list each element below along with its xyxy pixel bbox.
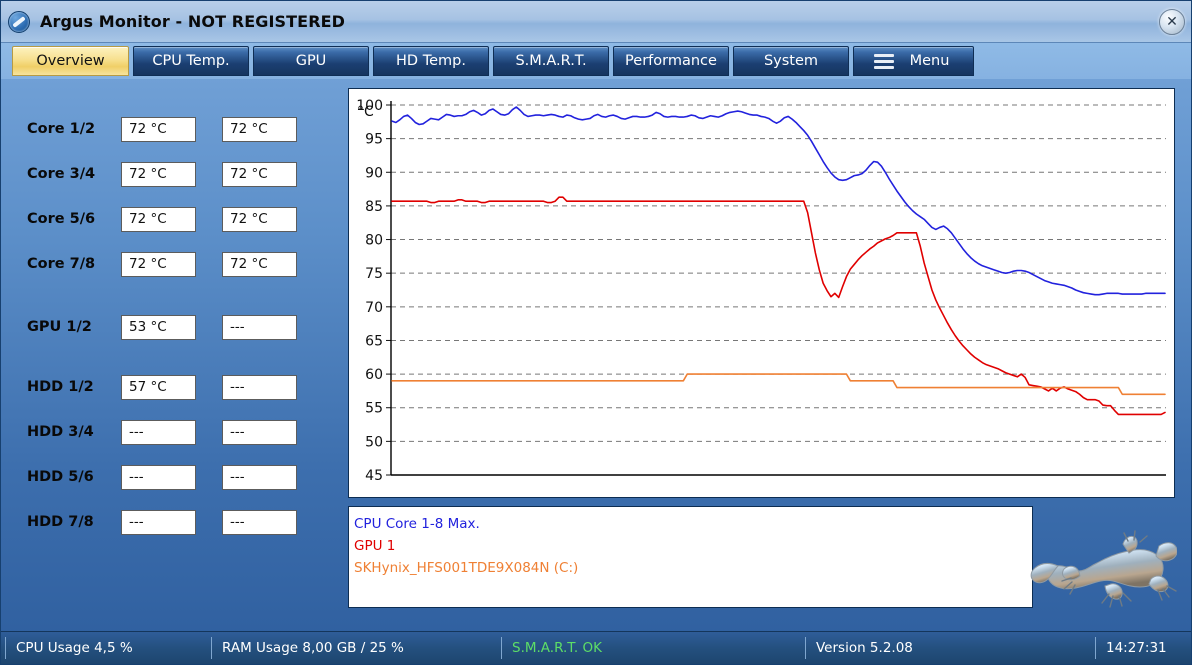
sensor-label: HDD 3/4 xyxy=(27,424,94,440)
tab-overview[interactable]: Overview xyxy=(12,46,129,76)
sensor-row: Core 5/6 72 °C 72 °C xyxy=(1,206,341,232)
status-cpu-usage: CPU Usage 4,5 % xyxy=(5,637,211,659)
status-smart: S.M.A.R.T. OK xyxy=(501,637,805,659)
sensor-label: Core 1/2 xyxy=(27,121,96,137)
sensor-label: Core 5/6 xyxy=(27,211,96,227)
y-tick-label: 85 xyxy=(365,199,383,215)
temperature-chart[interactable]: °C 45 50 55 60 65 70 75 80 85 90 95 100 xyxy=(348,88,1175,498)
y-tick-label: 55 xyxy=(365,401,383,417)
y-tick-label: 95 xyxy=(365,132,383,148)
argus-disc-icon xyxy=(8,10,30,33)
tab-label: Performance xyxy=(625,53,717,69)
sensor-row: GPU 1/2 53 °C --- xyxy=(1,314,341,340)
sensor-value-b: --- xyxy=(222,374,297,400)
status-ram-usage: RAM Usage 8,00 GB / 25 % xyxy=(211,637,501,659)
tab-label: GPU xyxy=(295,53,327,69)
tab-cpu-temp[interactable]: CPU Temp. xyxy=(133,46,249,76)
tab-label: Menu xyxy=(909,53,950,69)
sensor-row: HDD 1/2 57 °C --- xyxy=(1,374,341,400)
status-version: Version 5.2.08 xyxy=(805,637,1095,659)
sensor-row: HDD 3/4 --- --- xyxy=(1,419,341,445)
tab-label: Overview xyxy=(36,53,105,69)
sensor-label: GPU 1/2 xyxy=(27,319,92,335)
sensor-value-b: --- xyxy=(222,314,297,340)
hamburger-icon xyxy=(873,53,894,69)
sensor-value-a: 53 °C xyxy=(121,314,196,340)
tab-label: CPU Temp. xyxy=(152,53,230,69)
sensor-value-b: 72 °C xyxy=(222,161,297,187)
y-tick-label: 60 xyxy=(365,367,383,383)
legend-item: GPU 1 xyxy=(354,538,396,554)
tab-system[interactable]: System xyxy=(733,46,849,76)
sensor-label: HDD 5/6 xyxy=(27,469,94,485)
sensor-value-a: --- xyxy=(121,419,196,445)
sensor-value-b: --- xyxy=(222,509,297,535)
tab-label: System xyxy=(763,53,819,69)
series-line xyxy=(391,196,1166,416)
title-bar: Argus Monitor - NOT REGISTERED ✕ xyxy=(1,1,1191,43)
sensor-value-b: 72 °C xyxy=(222,116,297,142)
tab-performance[interactable]: Performance xyxy=(613,46,729,76)
y-tick-label: 90 xyxy=(365,165,383,181)
status-bar: CPU Usage 4,5 % RAM Usage 8,00 GB / 25 %… xyxy=(1,631,1191,664)
tab-menu[interactable]: Menu xyxy=(853,46,974,76)
sensor-value-b: 72 °C xyxy=(222,251,297,277)
tab-label: S.M.A.R.T. xyxy=(515,53,587,69)
y-tick-label: 80 xyxy=(365,233,383,249)
chart-legend: CPU Core 1-8 Max. GPU 1 SKHynix_HFS001TDE9… xyxy=(348,506,1033,608)
sensor-label: Core 3/4 xyxy=(27,166,96,182)
argus-monitor-window: Argus Monitor - NOT REGISTERED ✕ Overvie… xyxy=(0,0,1192,665)
status-clock: 14:27:31 xyxy=(1095,637,1190,659)
gecko-logo-icon xyxy=(1027,528,1178,620)
sensor-value-b: --- xyxy=(222,464,297,490)
sensor-value-a: 72 °C xyxy=(121,116,196,142)
tab-s-m-a-r-t[interactable]: S.M.A.R.T. xyxy=(493,46,609,76)
y-tick-label: 65 xyxy=(365,333,383,349)
sensor-value-b: 72 °C xyxy=(222,206,297,232)
sensor-row: HDD 7/8 --- --- xyxy=(1,509,341,535)
tab-gpu[interactable]: GPU xyxy=(253,46,369,76)
sensor-panel: Core 1/2 72 °C 72 °C Core 3/4 72 °C 72 °C Core… xyxy=(1,87,341,627)
sensor-value-a: 57 °C xyxy=(121,374,196,400)
y-tick-label: 45 xyxy=(365,468,383,484)
y-tick-label: 50 xyxy=(365,434,383,450)
y-tick-label: 70 xyxy=(365,300,383,316)
y-tick-label: 75 xyxy=(365,266,383,282)
sensor-value-a: 72 °C xyxy=(121,251,196,277)
sensor-row: Core 7/8 72 °C 72 °C xyxy=(1,251,341,277)
sensor-value-a: --- xyxy=(121,509,196,535)
close-icon[interactable]: ✕ xyxy=(1159,9,1185,35)
sensor-value-a: 72 °C xyxy=(121,206,196,232)
sensor-label: HDD 7/8 xyxy=(27,514,94,530)
tab-bar: Overview CPU Temp. GPU HD Temp. S.M.A.R.T. Pe… xyxy=(1,43,1191,79)
sensor-label: HDD 1/2 xyxy=(27,379,94,395)
tab-hd-temp[interactable]: HD Temp. xyxy=(373,46,489,76)
legend-item: CPU Core 1-8 Max. xyxy=(354,516,480,532)
sensor-row: Core 3/4 72 °C 72 °C xyxy=(1,161,341,187)
sensor-value-b: --- xyxy=(222,419,297,445)
sensor-value-a: --- xyxy=(121,464,196,490)
sensor-label: Core 7/8 xyxy=(27,256,96,272)
window-title: Argus Monitor - NOT REGISTERED xyxy=(40,12,346,31)
y-tick-label: 100 xyxy=(356,98,383,114)
sensor-row: Core 1/2 72 °C 72 °C xyxy=(1,116,341,142)
sensor-value-a: 72 °C xyxy=(121,161,196,187)
legend-item: SKHynix_HFS001TDE9X084N (C:) xyxy=(354,560,579,576)
tab-label: HD Temp. xyxy=(396,53,466,69)
sensor-row: HDD 5/6 --- --- xyxy=(1,464,341,490)
